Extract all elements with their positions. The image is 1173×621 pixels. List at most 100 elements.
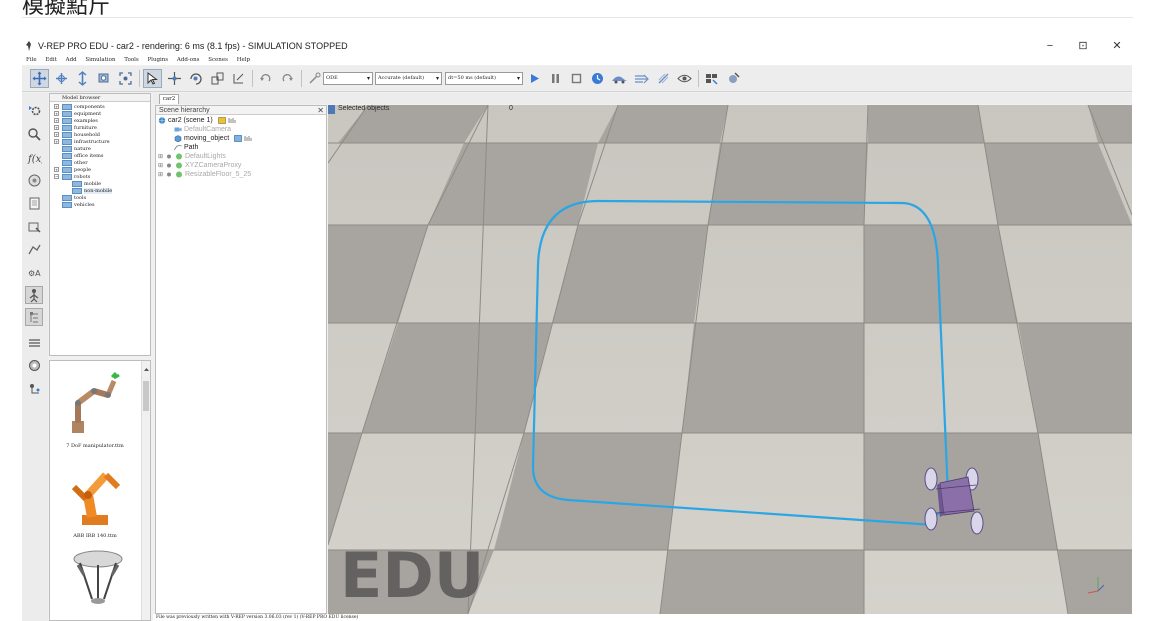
hierarchy-item-moving-object[interactable]: moving_object — [174, 134, 254, 143]
window-title: V-REP PRO EDU - car2 - rendering: 6 ms (… — [38, 41, 348, 51]
hierarchy-item-scene[interactable]: car2 (scene 1) — [158, 116, 238, 125]
tab-car2[interactable]: car2 — [159, 94, 179, 104]
toolbar-separator — [301, 70, 302, 87]
menu-plugins[interactable]: Plugins — [147, 55, 168, 65]
expand-icon[interactable]: + — [54, 132, 59, 137]
renderer-icon[interactable] — [25, 356, 43, 374]
expand-icon[interactable]: + — [54, 125, 59, 130]
folder-icon — [72, 187, 82, 194]
customization-icon[interactable] — [244, 135, 252, 142]
engine-select[interactable]: ODE ▾ — [323, 72, 373, 85]
menu-scenes[interactable]: Scenes — [208, 55, 228, 65]
close-button[interactable]: ✕ — [1102, 38, 1132, 55]
selection-icon[interactable] — [25, 379, 43, 397]
svg-text:f(x): f(x) — [27, 154, 42, 165]
stop-icon[interactable] — [567, 69, 586, 88]
menu-file[interactable]: File — [26, 55, 37, 65]
hierarchy-item-default-lights[interactable]: ⊞ DefaultLights — [158, 152, 226, 161]
menu-edit[interactable]: Edit — [45, 55, 57, 65]
expand-icon[interactable]: + — [54, 118, 59, 123]
realtime-icon[interactable] — [588, 69, 607, 88]
camera-pan-icon[interactable] — [30, 69, 49, 88]
menu-addons[interactable]: Add-ons — [177, 55, 200, 65]
close-icon[interactable]: ✕ — [317, 106, 324, 115]
expand-icon[interactable]: + — [54, 104, 59, 109]
expand-icon[interactable]: + — [54, 111, 59, 116]
collision-icon[interactable] — [305, 69, 324, 88]
visualization-icon[interactable] — [675, 69, 694, 88]
play-icon[interactable] — [525, 69, 544, 88]
folder-icon — [62, 117, 72, 124]
script-icon[interactable] — [217, 116, 226, 124]
expand-icon[interactable]: ⊞ — [158, 154, 163, 160]
menu-help[interactable]: Help — [237, 55, 250, 65]
camera-fit-icon[interactable] — [116, 69, 135, 88]
page-selector-icon[interactable] — [702, 69, 721, 88]
dummy-icon — [166, 172, 171, 177]
model-browser: Model browser + components + equipment + ex… — [49, 93, 151, 356]
hierarchy-item-default-camera[interactable]: DefaultCamera — [174, 125, 231, 134]
timestep-value: dt=50 ms (default) — [448, 75, 496, 81]
accuracy-select[interactable]: Accurate (default) ▾ — [375, 72, 442, 85]
hierarchy-item-path[interactable]: Path — [174, 143, 198, 152]
customization-icon[interactable] — [228, 117, 236, 124]
slow-icon[interactable] — [610, 69, 629, 88]
assembly-icon[interactable] — [208, 69, 227, 88]
document-icon[interactable] — [25, 194, 43, 212]
pause-icon[interactable] — [546, 69, 565, 88]
thumbnails-scrollbar[interactable] — [141, 361, 151, 620]
scene-hierarchy-icon[interactable] — [25, 286, 43, 304]
transfer-dna-icon[interactable] — [229, 69, 248, 88]
fast-icon[interactable] — [632, 69, 651, 88]
title-bar: V-REP PRO EDU - car2 - rendering: 6 ms (… — [22, 38, 1132, 55]
timestep-select[interactable]: dt=50 ms (default) ▾ — [445, 72, 523, 85]
object-shift-icon[interactable] — [165, 69, 184, 88]
collapse-icon[interactable]: − — [54, 174, 59, 179]
redo-icon[interactable] — [278, 69, 297, 88]
selected-objects-count: 0 — [509, 105, 513, 112]
divider — [22, 17, 1133, 18]
expand-icon[interactable]: ⊞ — [158, 163, 163, 169]
objects-icon[interactable] — [25, 171, 43, 189]
dummy-icon — [166, 154, 171, 159]
expand-icon[interactable]: + — [54, 167, 59, 172]
object-select-icon[interactable] — [143, 69, 162, 88]
model-properties-icon[interactable]: ⚙A — [25, 263, 43, 281]
chevron-down-icon: ▾ — [366, 75, 370, 82]
model-browser-icon[interactable] — [25, 308, 43, 326]
menu-add[interactable]: Add — [66, 55, 77, 65]
tree-item-vehicles[interactable]: vehicles — [62, 201, 95, 209]
camera-zoom-icon[interactable] — [94, 69, 113, 88]
scene-selector-icon[interactable] — [724, 69, 743, 88]
hierarchy-item-resizable-floor[interactable]: ⊞ ResizableFloor_5_25 — [158, 170, 251, 179]
toolbar-separator — [252, 70, 253, 87]
restore-button[interactable]: ⊡ — [1068, 38, 1098, 55]
folder-icon — [62, 166, 72, 173]
camera-rotate-icon[interactable] — [52, 69, 71, 88]
scroll-up-icon[interactable] — [142, 365, 151, 374]
hierarchy-item-xyz-camera-proxy[interactable]: ⊞ XYZCameraProxy — [158, 161, 241, 170]
shapes-icon[interactable] — [25, 217, 43, 235]
undo-icon[interactable] — [256, 69, 275, 88]
camera-icon — [174, 127, 182, 132]
thumbnail-caption: 7 DoF manipulator.ttm — [66, 443, 124, 449]
scroll-thumb[interactable] — [143, 381, 149, 411]
magnifier-icon[interactable] — [25, 125, 43, 143]
status-bar: File was previously written with V-REP v… — [153, 614, 1132, 621]
simulation-settings-icon[interactable] — [25, 101, 43, 119]
camera-shift-icon[interactable] — [73, 69, 92, 88]
layers-icon[interactable] — [25, 333, 43, 351]
menu-tools[interactable]: Tools — [124, 55, 138, 65]
minimize-button[interactable]: − — [1035, 38, 1065, 55]
script-icon[interactable] — [234, 134, 242, 142]
model-browser-header: Model browser — [50, 94, 150, 102]
thread-icon[interactable] — [654, 69, 673, 88]
scene-hierarchy-title: Scene hierarchy — [159, 107, 210, 114]
menu-simulation[interactable]: Simulation — [85, 55, 115, 65]
object-rotate-icon[interactable] — [186, 69, 205, 88]
path-icon[interactable] — [25, 240, 43, 258]
expand-icon[interactable]: + — [54, 139, 59, 144]
function-fx-icon[interactable]: f(x) — [25, 148, 43, 166]
scene-viewport[interactable]: Selected objects 0 EDU — [328, 105, 1132, 614]
expand-icon[interactable]: ⊞ — [158, 172, 163, 178]
